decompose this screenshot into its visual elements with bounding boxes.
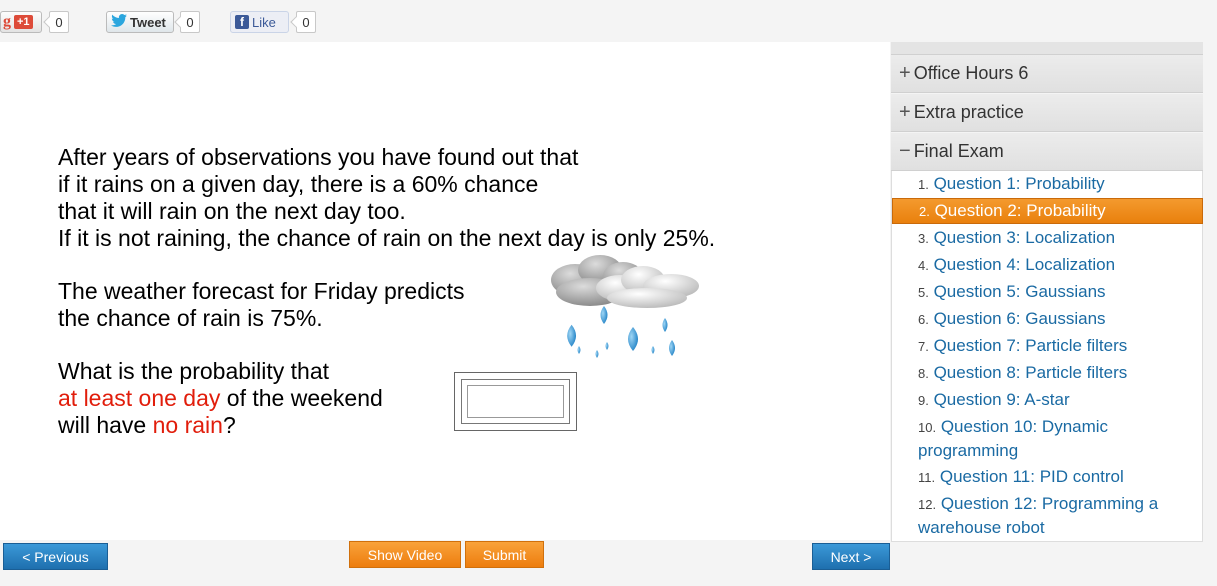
- like-label: Like: [252, 14, 276, 30]
- section-label: Final Exam: [913, 141, 1004, 161]
- collapse-icon: −: [899, 140, 911, 162]
- google-plus-count: 0: [49, 11, 69, 33]
- question-line: The weather forecast for Friday predicts: [58, 278, 465, 304]
- question-line: if it rains on a given day, there is a 6…: [58, 171, 539, 197]
- question-item-5[interactable]: 5. Question 5: Gaussians: [892, 280, 1203, 304]
- answer-box: [454, 372, 577, 431]
- twitter-bird-icon: [111, 14, 127, 30]
- rain-cloud-icon: [551, 255, 699, 358]
- facebook-icon: f: [235, 15, 249, 29]
- question-line: will have no rain?: [58, 412, 236, 438]
- question-line: the chance of rain is 75%.: [58, 305, 323, 331]
- question-item-10[interactable]: 10. Question 10: Dynamic programming: [892, 415, 1203, 462]
- expand-icon: +: [899, 62, 911, 84]
- question-item-9[interactable]: 9. Question 9: A-star: [892, 388, 1203, 412]
- question-line: After years of observations you have fou…: [58, 144, 579, 170]
- expand-icon: +: [899, 101, 911, 123]
- like-count: 0: [296, 11, 316, 33]
- question-item-4[interactable]: 4. Question 4: Localization: [892, 253, 1203, 277]
- show-video-button[interactable]: Show Video: [349, 541, 461, 568]
- question-line: What is the probability that: [58, 358, 330, 384]
- facebook-like-button[interactable]: f Like: [230, 11, 289, 33]
- highlight-text: no rain: [152, 412, 223, 438]
- question-item-6[interactable]: 6. Question 6: Gaussians: [892, 307, 1203, 331]
- question-item-8[interactable]: 8. Question 8: Particle filters: [892, 361, 1203, 385]
- answer-input[interactable]: [461, 379, 570, 424]
- previous-button[interactable]: < Previous: [3, 543, 108, 570]
- section-office-hours-6[interactable]: + Office Hours 6: [891, 55, 1203, 93]
- tweet-button[interactable]: Tweet: [106, 11, 174, 33]
- google-plus-icon: g: [3, 13, 11, 30]
- section-extra-practice[interactable]: + Extra practice: [891, 94, 1203, 132]
- question-paragraph-1: After years of observations you have fou…: [58, 144, 715, 252]
- question-item-3[interactable]: 3. Question 3: Localization: [892, 226, 1203, 250]
- submit-button[interactable]: Submit: [465, 541, 544, 568]
- question-item-11[interactable]: 11. Question 11: PID control: [892, 465, 1203, 489]
- question-line: at least one day of the weekend: [58, 385, 383, 411]
- question-item-1[interactable]: 1. Question 1: Probability: [892, 172, 1203, 196]
- google-plus-button[interactable]: g +1: [0, 11, 42, 33]
- section-final-exam[interactable]: − Final Exam: [891, 133, 1203, 171]
- tweet-count: 0: [180, 11, 200, 33]
- question-item-7[interactable]: 7. Question 7: Particle filters: [892, 334, 1203, 358]
- next-button[interactable]: Next >: [812, 543, 890, 570]
- question-item-12[interactable]: 12. Question 12: Programming a warehouse …: [892, 492, 1203, 539]
- tweet-label: Tweet: [130, 14, 166, 30]
- sidebar-top-band: [891, 42, 1203, 55]
- section-label: Office Hours 6: [913, 63, 1029, 83]
- question-list: 1. Question 1: Probability 2. Question 2…: [891, 171, 1203, 542]
- course-sidebar: + Office Hours 6 + Extra practice − Fina…: [891, 42, 1203, 542]
- question-line: If it is not raining, the chance of rain…: [58, 225, 716, 251]
- question-paragraph-2: The weather forecast for Friday predicts…: [58, 278, 465, 332]
- google-plus-label: +1: [14, 15, 33, 29]
- question-line: that it will rain on the next day too.: [58, 198, 406, 224]
- section-label: Extra practice: [913, 102, 1024, 122]
- question-paragraph-3: What is the probability that at least on…: [58, 358, 383, 439]
- highlight-text: at least one day: [58, 385, 221, 411]
- social-bar: g +1 0 Tweet 0 f Like 0: [0, 0, 1217, 42]
- question-item-2[interactable]: 2. Question 2: Probability: [892, 198, 1203, 224]
- question-panel: After years of observations you have fou…: [0, 42, 890, 540]
